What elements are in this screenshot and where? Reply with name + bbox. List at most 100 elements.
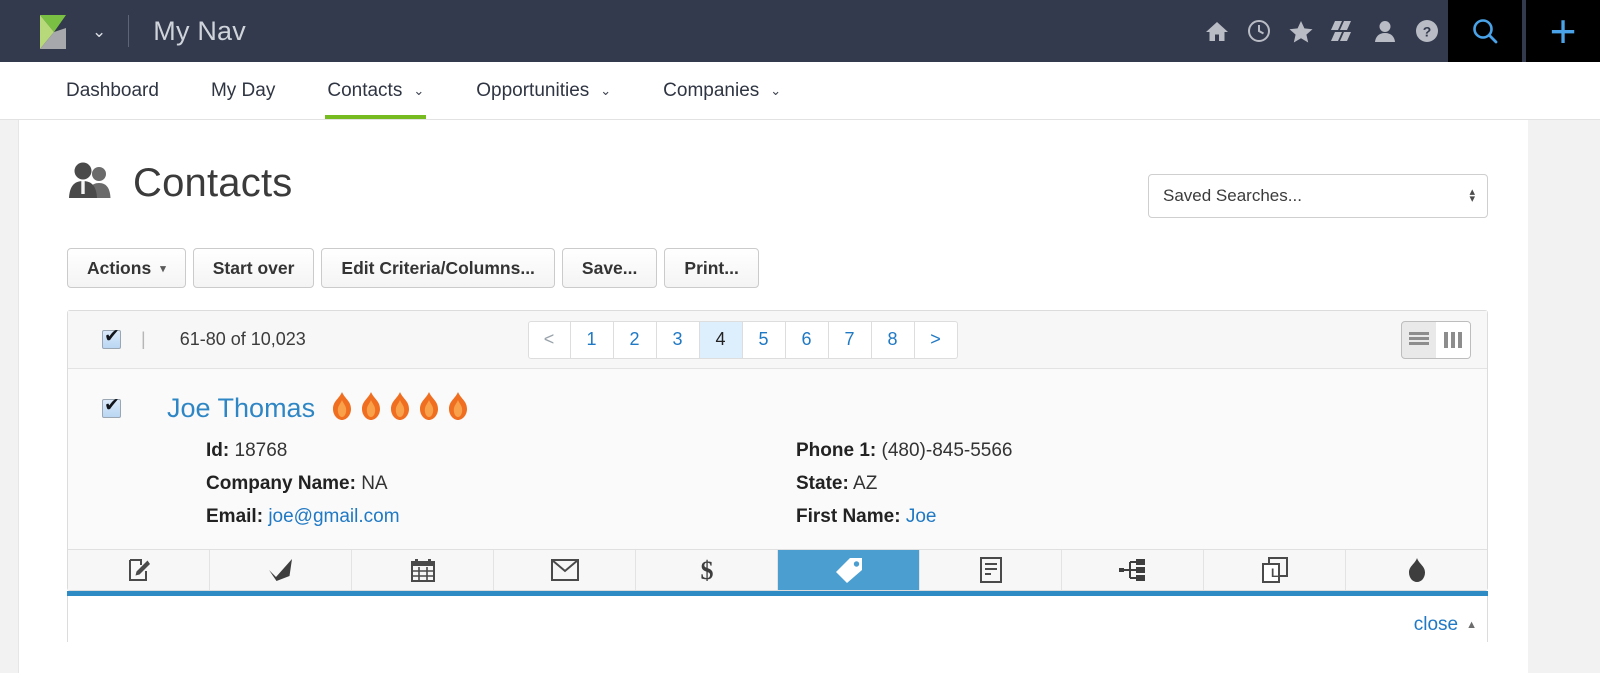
help-icon[interactable]: ? xyxy=(1406,0,1448,62)
page-title: Contacts xyxy=(133,161,293,205)
page-header: Contacts Saved Searches... ▴ ▾ xyxy=(67,120,1488,218)
field-value: AZ xyxy=(853,473,878,494)
nav-item-my-day[interactable]: My Day xyxy=(185,62,301,119)
print-button[interactable]: Print... xyxy=(664,248,759,288)
field-first-name: First Name: Joe xyxy=(796,506,1013,528)
tag-icon[interactable] xyxy=(778,550,920,590)
results-panel: | 61-80 of 10,023 < 1 2 3 4 5 6 7 8 > xyxy=(67,310,1488,591)
close-link[interactable]: close ▲ xyxy=(1414,608,1477,642)
left-gutter xyxy=(0,120,18,673)
page-next-button[interactable]: > xyxy=(914,320,958,359)
nav-item-dashboard[interactable]: Dashboard xyxy=(40,62,185,119)
lead-score-rating xyxy=(329,391,471,426)
plus-icon[interactable]: + xyxy=(1526,0,1600,62)
caret-up-icon: ▲ xyxy=(1466,619,1477,631)
dollar-icon[interactable]: $ xyxy=(636,550,778,590)
page-button-3[interactable]: 3 xyxy=(656,320,700,359)
top-bar: ⌄ My Nav ? + xyxy=(0,0,1600,62)
caret-down-icon: ▾ xyxy=(160,262,166,275)
select-all-checkbox[interactable] xyxy=(102,327,121,349)
result-count-label: 61-80 of 10,023 xyxy=(179,329,306,349)
page-button-7[interactable]: 7 xyxy=(828,320,872,359)
flame-icon xyxy=(445,391,471,426)
stepper-updown-icon[interactable]: ▴ ▾ xyxy=(1469,187,1475,205)
toolbar-buttons: Actions ▾ Start over Edit Criteria/Colum… xyxy=(67,248,1488,288)
edit-criteria-columns-button[interactable]: Edit Criteria/Columns... xyxy=(321,248,555,288)
home-icon[interactable] xyxy=(1196,0,1238,62)
document-icon[interactable] xyxy=(920,550,1062,590)
nav-item-contacts[interactable]: Contacts ⌄ xyxy=(301,62,450,119)
field-label: Phone 1: xyxy=(796,440,877,461)
search-icon[interactable] xyxy=(1448,0,1522,62)
flame-icon xyxy=(416,391,442,426)
save-button[interactable]: Save... xyxy=(561,248,658,288)
button-label: Save... xyxy=(581,257,638,278)
close-label: close xyxy=(1413,614,1459,635)
topbar-icon-group: ? + xyxy=(1196,0,1600,62)
page-button-2[interactable]: 2 xyxy=(613,320,657,359)
flame-icon xyxy=(329,391,355,426)
chevron-down-icon: ⌄ xyxy=(600,82,612,98)
view-toggle xyxy=(1401,320,1471,359)
stripes-icon[interactable] xyxy=(1322,0,1364,62)
saved-searches-select[interactable]: Saved Searches... ▴ ▾ xyxy=(1148,174,1488,218)
nav-item-companies[interactable]: Companies ⌄ xyxy=(637,62,807,119)
nav-label: Companies xyxy=(663,79,760,101)
field-state: State: AZ xyxy=(796,473,1013,495)
column-view-icon[interactable] xyxy=(1436,321,1470,358)
pagination: < 1 2 3 4 5 6 7 8 > xyxy=(527,320,958,359)
logo-area[interactable]: ⌄ xyxy=(0,7,106,55)
record-fields-left: Id: 18768 Company Name: NA Email: joe@gm… xyxy=(206,440,796,539)
actions-button[interactable]: Actions ▾ xyxy=(67,248,186,288)
page-title-row: Contacts xyxy=(67,160,292,207)
nav-label: Contacts xyxy=(327,79,403,101)
record-fields: Id: 18768 Company Name: NA Email: joe@gm… xyxy=(102,440,1487,539)
main-navigation: Dashboard My Day Contacts ⌄ Opportunitie… xyxy=(0,62,1600,120)
field-value: 18768 xyxy=(234,440,288,461)
list-view-icon[interactable] xyxy=(1402,322,1436,358)
edit-note-icon[interactable] xyxy=(68,550,210,590)
envelope-icon[interactable] xyxy=(494,550,636,590)
field-value-link[interactable]: Joe xyxy=(906,506,937,527)
field-value-link[interactable]: joe@gmail.com xyxy=(268,506,399,527)
svg-text:?: ? xyxy=(1423,24,1432,40)
start-over-button[interactable]: Start over xyxy=(192,248,315,288)
contact-name-link[interactable]: Joe Thomas xyxy=(167,393,315,424)
page-button-4[interactable]: 4 xyxy=(699,320,743,359)
duplicate-icon[interactable]: L xyxy=(1204,550,1346,590)
page-button-1[interactable]: 1 xyxy=(570,320,614,359)
page-button-5[interactable]: 5 xyxy=(742,320,786,359)
sitemap-icon[interactable] xyxy=(1062,550,1204,590)
field-label: Company Name: xyxy=(206,473,356,494)
chevron-down-icon[interactable]: ⌄ xyxy=(92,23,106,40)
chevron-down-icon: ⌄ xyxy=(770,82,782,98)
record-header: Joe Thomas xyxy=(102,391,1487,426)
flame-icon[interactable] xyxy=(1346,550,1487,590)
right-gutter xyxy=(1528,120,1600,673)
checkmark-icon[interactable] xyxy=(210,550,352,590)
nav-label: My Day xyxy=(210,79,276,101)
row-checkbox[interactable] xyxy=(102,396,121,418)
clock-icon[interactable] xyxy=(1238,0,1280,62)
field-label: Id: xyxy=(206,440,230,461)
page-prev-button[interactable]: < xyxy=(527,320,571,359)
star-icon[interactable] xyxy=(1280,0,1322,62)
field-label: Email: xyxy=(206,506,264,527)
plus-glyph: + xyxy=(1549,5,1577,57)
field-phone-1: Phone 1: (480)-845-5566 xyxy=(796,440,1013,462)
calendar-icon[interactable] xyxy=(352,550,494,590)
detail-panel-footer: close ▲ xyxy=(67,596,1488,642)
user-icon[interactable] xyxy=(1364,0,1406,62)
button-label: Start over xyxy=(212,257,295,278)
page-button-8[interactable]: 8 xyxy=(871,320,915,359)
nav-item-opportunities[interactable]: Opportunities ⌄ xyxy=(450,62,637,119)
record-fields-right: Phone 1: (480)-845-5566 State: AZ First … xyxy=(796,440,1013,539)
field-email: Email: joe@gmail.com xyxy=(206,506,796,528)
field-company-name: Company Name: NA xyxy=(206,473,796,495)
svg-text:$: $ xyxy=(700,556,713,584)
page-button-6[interactable]: 6 xyxy=(785,320,829,359)
separator: | xyxy=(141,329,146,349)
button-label: Edit Criteria/Columns... xyxy=(341,257,535,278)
chevron-down-icon: ⌄ xyxy=(413,82,425,98)
content-area: Contacts Saved Searches... ▴ ▾ Actions ▾… xyxy=(18,120,1528,673)
